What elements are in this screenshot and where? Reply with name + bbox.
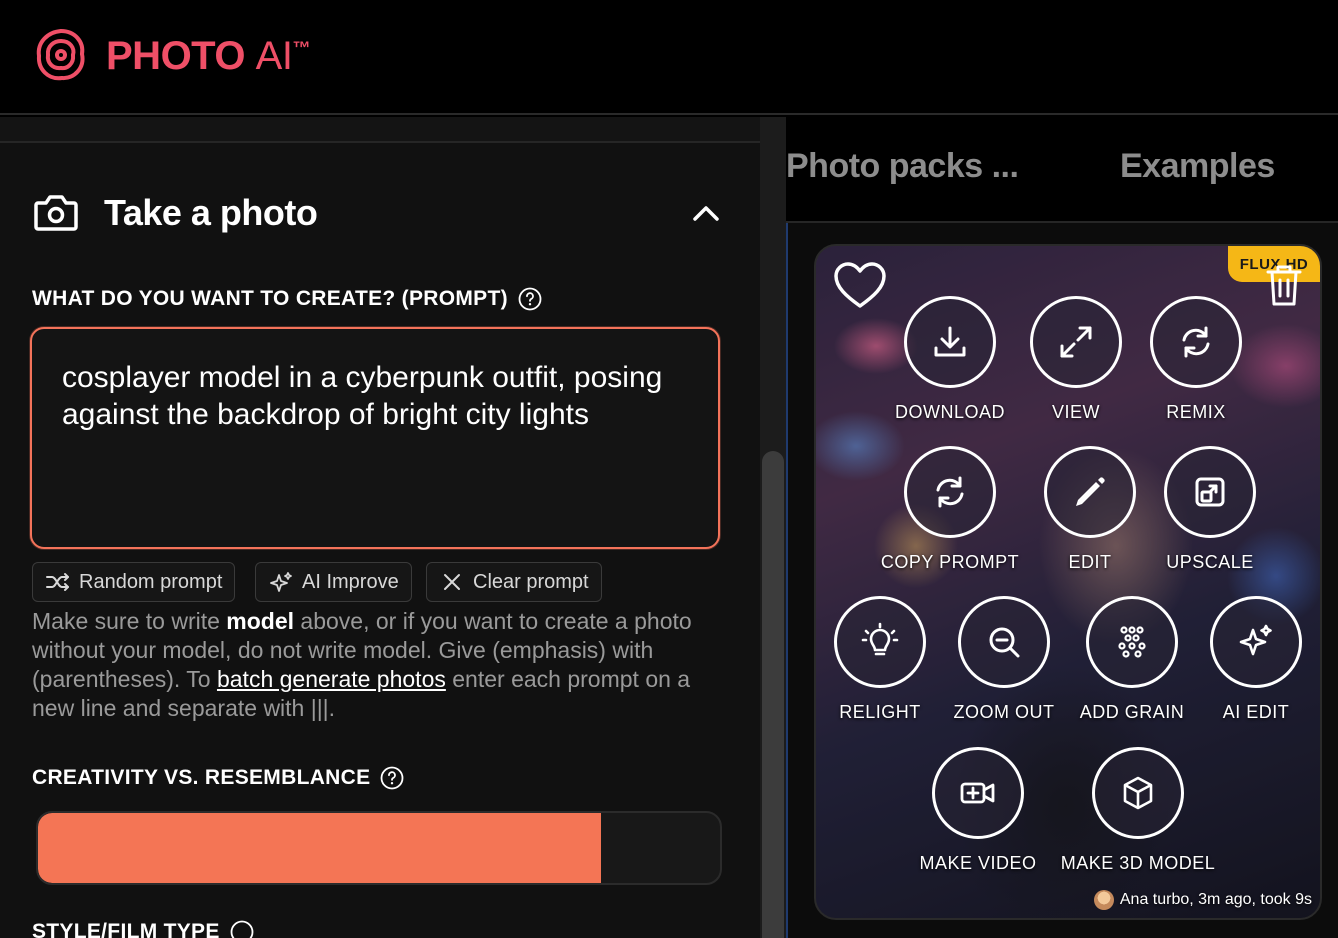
sparkle-icon: [1239, 624, 1272, 656]
right-panel: Photo packs ... Examples FLUX HD DOWNLOA…: [786, 117, 1338, 938]
bulb-icon: [861, 622, 899, 656]
download-icon: [934, 326, 966, 357]
creativity-slider[interactable]: [36, 811, 722, 885]
edit-circle[interactable]: [1044, 446, 1136, 538]
download-circle[interactable]: [904, 296, 996, 388]
photo-card[interactable]: FLUX HD DOWNLOAD VIEW REMIX COPY PROMPT …: [814, 244, 1322, 920]
copy-prompt-circle[interactable]: [904, 446, 996, 538]
left-panel: Take a photo WHAT DO YOU WANT TO CREATE?…: [0, 117, 760, 938]
refresh-icon: [1182, 326, 1210, 358]
tab-examples[interactable]: Examples: [1120, 147, 1275, 186]
creativity-label: CREATIVITY VS. RESEMBLANCE: [32, 766, 404, 790]
caption-text: Ana turbo, 3m ago, took 9s: [1119, 891, 1312, 908]
edit-label: EDIT: [1068, 552, 1112, 572]
logo-swirl-icon[interactable]: [32, 26, 90, 84]
clear-prompt-label: Clear prompt: [473, 570, 589, 593]
download-label: DOWNLOAD: [894, 402, 1005, 422]
remix-circle[interactable]: [1150, 296, 1242, 388]
ai-edit-label: AI EDIT: [1222, 702, 1290, 722]
prompt-label-text: WHAT DO YOU WANT TO CREATE? (PROMPT): [32, 287, 508, 310]
creativity-label-text: CREATIVITY VS. RESEMBLANCE: [32, 766, 371, 789]
scrollbar-thumb[interactable]: [762, 451, 784, 938]
left-scrollbar[interactable]: [760, 117, 786, 938]
copy-prompt-button[interactable]: COPY PROMPT: [870, 446, 1030, 573]
help-text-1: Make sure to write: [32, 608, 227, 634]
prompt-textarea[interactable]: cosplayer model in a cyberpunk outfit, p…: [30, 327, 720, 549]
brand-logo-text[interactable]: PHOTO AI™: [106, 34, 310, 79]
top-header: PHOTO AI™: [0, 0, 1338, 115]
relight-circle[interactable]: [834, 596, 926, 688]
add-grain-circle[interactable]: [1086, 596, 1178, 688]
ai-improve-button[interactable]: AI Improve: [255, 562, 412, 602]
zoom-out-icon: [989, 627, 1020, 658]
ai-edit-button[interactable]: AI EDIT: [1176, 596, 1320, 723]
help-icon[interactable]: [230, 920, 254, 938]
ai-improve-label: AI Improve: [302, 570, 399, 593]
view-label: VIEW: [1051, 402, 1100, 422]
upscale-label: UPSCALE: [1166, 552, 1254, 572]
make-video-button[interactable]: MAKE VIDEO: [898, 747, 1058, 874]
video-plus-icon: [960, 782, 995, 804]
sparkle-icon: [270, 572, 292, 592]
random-prompt-button[interactable]: Random prompt: [32, 562, 236, 602]
remix-label: REMIX: [1166, 402, 1226, 422]
camera-icon: [34, 195, 78, 231]
make-3d-model-button[interactable]: MAKE 3D MODEL: [1058, 747, 1218, 874]
clear-prompt-button[interactable]: Clear prompt: [426, 562, 602, 602]
pencil-icon: [1076, 477, 1105, 506]
upscale-button[interactable]: UPSCALE: [1130, 446, 1290, 573]
section-title[interactable]: Take a photo: [104, 192, 318, 234]
zoom-out-label: ZOOM OUT: [953, 702, 1055, 722]
sync-icon: [936, 476, 964, 508]
cube-icon: [1123, 776, 1153, 810]
style-label-text: STYLE/FILM TYPE: [32, 920, 220, 938]
panel-top-strip: [0, 117, 760, 143]
prompt-label: WHAT DO YOU WANT TO CREATE? (PROMPT): [32, 287, 542, 311]
brand-ai: AI: [255, 34, 293, 78]
ai-edit-circle[interactable]: [1210, 596, 1302, 688]
chevron-up-icon[interactable]: [690, 201, 722, 225]
upscale-circle[interactable]: [1164, 446, 1256, 538]
prompt-help-text: Make sure to write model above, or if yo…: [32, 607, 712, 723]
add-grain-label: ADD GRAIN: [1079, 702, 1185, 722]
batch-generate-link[interactable]: batch generate photos: [217, 666, 446, 692]
brand-main: PHOTO: [106, 34, 246, 78]
relight-label: RELIGHT: [839, 702, 921, 722]
help-icon[interactable]: [518, 287, 542, 311]
zoom-out-circle[interactable]: [958, 596, 1050, 688]
x-icon: [444, 574, 460, 590]
make-3d-model-label: MAKE 3D MODEL: [1060, 853, 1216, 873]
shuffle-icon: [46, 573, 69, 591]
help-text-bold: model: [226, 608, 295, 634]
view-circle[interactable]: [1030, 296, 1122, 388]
expand-icon: [1060, 326, 1092, 358]
copy-prompt-label: COPY PROMPT: [880, 552, 1020, 572]
remix-button[interactable]: REMIX: [1116, 296, 1276, 423]
grain-icon: [1118, 626, 1146, 658]
photo-caption: Ana turbo, 3m ago, took 9s: [1093, 890, 1312, 910]
style-label: STYLE/FILM TYPE: [32, 920, 254, 938]
make-video-label: MAKE VIDEO: [919, 853, 1037, 873]
upscale-icon: [1195, 477, 1225, 507]
help-icon[interactable]: [380, 766, 404, 790]
tab-photo-packs[interactable]: Photo packs ...: [786, 147, 1019, 186]
avatar: [1093, 890, 1114, 910]
make-3d-model-circle[interactable]: [1092, 747, 1184, 839]
brand-tm: ™: [292, 38, 310, 58]
random-prompt-label: Random prompt: [79, 570, 223, 593]
creativity-slider-fill[interactable]: [38, 813, 601, 883]
make-video-circle[interactable]: [932, 747, 1024, 839]
